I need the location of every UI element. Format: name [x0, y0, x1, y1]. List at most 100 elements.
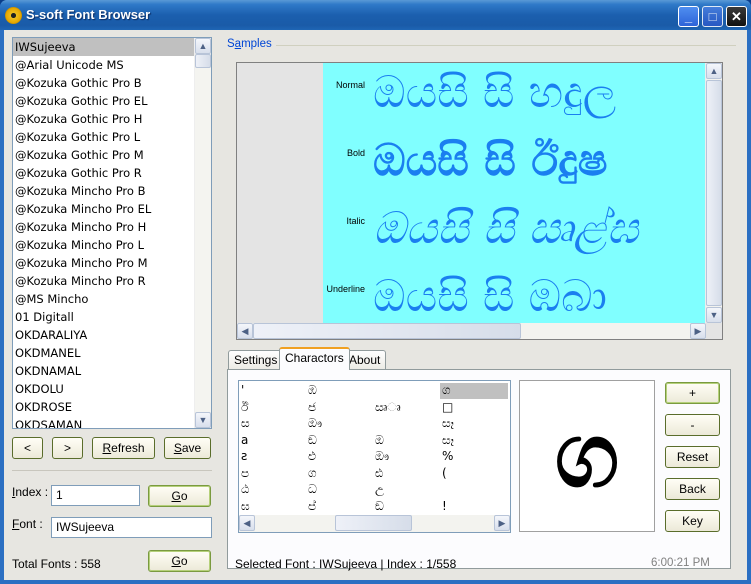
sample-text-bold: ඔයසි සි ඊදුෂ — [373, 135, 608, 186]
scroll-thumb[interactable] — [335, 515, 412, 531]
sample-text-italic: ඔයසි සි ඍළ්ඝ — [373, 203, 639, 254]
font-list-item[interactable]: @Kozuka Mincho Pro L — [13, 236, 211, 254]
font-name-input[interactable]: IWSujeeva — [51, 517, 212, 538]
go-label: o — [180, 489, 188, 503]
back-button[interactable]: Back — [665, 478, 720, 500]
char-cell[interactable]: ' — [239, 383, 307, 399]
font-list-item[interactable]: OKDMANEL — [13, 344, 211, 362]
samples-vscroll[interactable]: ▲ ▼ — [705, 63, 722, 323]
char-cell[interactable]: උ — [373, 482, 441, 498]
char-cell[interactable]: ධ — [306, 482, 374, 498]
save-button[interactable]: Save — [164, 437, 211, 459]
char-cell[interactable]: ඹ — [306, 383, 374, 399]
chars-hscroll[interactable]: ◀ ▶ — [239, 515, 510, 532]
total-go-button[interactable]: Go — [148, 550, 211, 572]
char-cell[interactable]: ඞ — [306, 433, 374, 449]
font-list-item[interactable]: @MS Mincho — [13, 290, 211, 308]
save-label: ave — [181, 441, 202, 455]
index-input[interactable]: 1 — [51, 485, 140, 506]
reset-button[interactable]: Reset — [665, 446, 720, 468]
scroll-thumb[interactable] — [706, 80, 722, 306]
font-label: Font : — [12, 517, 43, 531]
font-list-item[interactable]: 01 Digitall — [13, 308, 211, 326]
font-list-scrollbar[interactable]: ▲ ▼ — [194, 38, 211, 428]
zoom-in-button[interactable]: + — [665, 382, 720, 404]
scroll-down-button[interactable]: ▼ — [706, 307, 722, 323]
font-list-item[interactable]: @Kozuka Gothic Pro EL — [13, 92, 211, 110]
font-listbox[interactable]: IWSujeeva @Arial Unicode MS @Kozuka Gothic… — [12, 37, 212, 429]
scroll-left-button[interactable]: ◀ — [237, 323, 253, 339]
char-cell[interactable]: ඪ — [373, 466, 441, 482]
minimize-button[interactable]: _ — [678, 6, 699, 27]
char-cell[interactable]: ජ — [306, 400, 374, 416]
char-cell[interactable] — [373, 383, 441, 399]
char-cell[interactable]: ඖ — [306, 416, 374, 432]
font-list-item[interactable]: @Arial Unicode MS — [13, 56, 211, 74]
index-go-button[interactable]: Go — [148, 485, 211, 507]
scroll-right-button[interactable]: ▶ — [690, 323, 706, 339]
font-list-item[interactable]: @Kozuka Gothic Pro H — [13, 110, 211, 128]
zoom-out-button[interactable]: - — [665, 414, 720, 436]
tab-charactors[interactable]: Charactors — [279, 347, 350, 370]
font-list-item[interactable]: OKDARALIYA — [13, 326, 211, 344]
font-list-item[interactable]: @Kozuka Gothic Pro B — [13, 74, 211, 92]
samples-hscroll[interactable]: ◀ ▶ — [237, 323, 706, 339]
char-cell[interactable]: ප් — [306, 499, 374, 515]
char-cell[interactable] — [373, 416, 441, 432]
next-font-button[interactable]: > — [52, 437, 83, 459]
scroll-up-button[interactable]: ▲ — [195, 38, 211, 54]
font-list-item[interactable]: @Kozuka Gothic Pro M — [13, 146, 211, 164]
font-list-item[interactable]: OKDNAMAL — [13, 362, 211, 380]
scroll-thumb[interactable] — [195, 54, 211, 68]
char-cell[interactable]: ඍෘ — [373, 400, 441, 416]
char-cell[interactable]: ඨ — [239, 482, 307, 498]
key-button[interactable]: Key — [665, 510, 720, 532]
font-list-item[interactable]: @Kozuka Mincho Pro EL — [13, 200, 211, 218]
window-title: S-soft Font Browser — [26, 7, 151, 22]
font-list-item[interactable]: @Kozuka Mincho Pro H — [13, 218, 211, 236]
font-list-item[interactable]: OKDOLU — [13, 380, 211, 398]
scroll-right-button[interactable]: ▶ — [494, 515, 510, 531]
scroll-left-button[interactable]: ◀ — [239, 515, 255, 531]
save-accel: S — [173, 441, 182, 455]
tab-settings[interactable]: Settings — [228, 350, 284, 369]
char-cell[interactable]: ! — [440, 499, 508, 515]
char-cell[interactable] — [440, 482, 508, 498]
character-grid[interactable]: ' ඊ ස a ƨ ප ඨ ඝ ඹ ජ ඖ ඞ ඵ ග ධ ප් ඍෘ ඔ ඖ ඪ උ ඞ ග □ සෑ සෑ%(! ◀ ▶ — [238, 380, 511, 533]
char-cell[interactable]: a — [239, 433, 307, 449]
font-list-item[interactable]: @Kozuka Mincho Pro B — [13, 182, 211, 200]
font-list-item[interactable]: @Kozuka Mincho Pro M — [13, 254, 211, 272]
maximize-button[interactable]: □ — [702, 6, 723, 27]
char-cell[interactable]: ඔ — [373, 433, 441, 449]
char-cell[interactable]: ඊ — [239, 400, 307, 416]
char-cell[interactable]: ( — [440, 466, 508, 482]
char-cell[interactable]: ඖ — [373, 449, 441, 465]
chevron-left-icon: ◀ — [241, 325, 249, 336]
char-cell[interactable]: ඝ — [239, 499, 307, 515]
char-cell[interactable]: සෑ — [440, 433, 508, 449]
char-cell[interactable]: % — [440, 449, 508, 465]
scroll-thumb[interactable] — [253, 323, 521, 339]
refresh-button[interactable]: Refresh — [92, 437, 155, 459]
font-list-item[interactable]: @Kozuka Mincho Pro R — [13, 272, 211, 290]
scroll-up-button[interactable]: ▲ — [706, 63, 722, 79]
char-cell[interactable]: ප — [239, 466, 307, 482]
char-cell[interactable]: ස — [239, 416, 307, 432]
font-list-item[interactable]: IWSujeeva — [13, 38, 211, 56]
char-cell[interactable]: ග — [440, 383, 508, 399]
font-list-item[interactable]: OKDSAMAN — [13, 416, 211, 428]
font-list-item[interactable]: OKDROSE — [13, 398, 211, 416]
font-list-item[interactable]: @Kozuka Gothic Pro R — [13, 164, 211, 182]
font-list-item[interactable]: @Kozuka Gothic Pro L — [13, 128, 211, 146]
close-button[interactable]: ✕ — [726, 6, 747, 27]
title-bar[interactable]: S-soft Font Browser _ □ ✕ — [0, 0, 751, 30]
font-list-items: IWSujeeva @Arial Unicode MS @Kozuka Gothic… — [13, 38, 211, 428]
char-cell[interactable]: ග — [306, 466, 374, 482]
char-cell[interactable]: සෑ — [440, 416, 508, 432]
char-cell[interactable]: ƨ — [239, 449, 307, 465]
char-cell[interactable]: ඵ — [306, 449, 374, 465]
prev-font-button[interactable]: < — [12, 437, 43, 459]
scroll-down-button[interactable]: ▼ — [195, 412, 211, 428]
char-cell[interactable]: □ — [440, 400, 508, 416]
char-cell[interactable]: ඞ — [373, 499, 441, 515]
